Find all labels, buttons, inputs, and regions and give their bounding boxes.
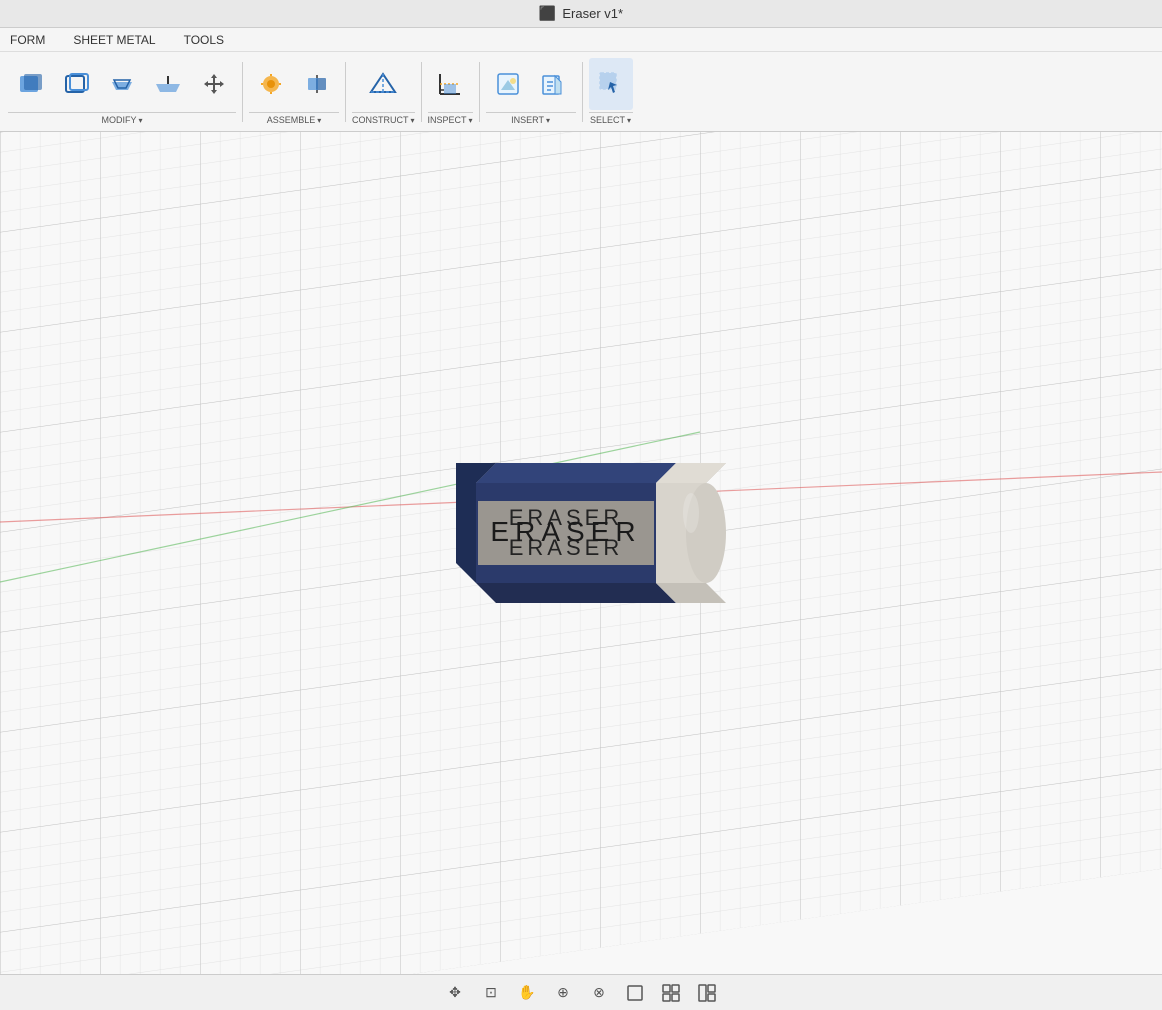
insert-label: INSERT ▾ (486, 112, 576, 125)
menu-tools[interactable]: TOOLS (178, 31, 230, 49)
shell-icon (60, 68, 92, 100)
status-zoom-fit-icon[interactable]: ⊗ (585, 979, 613, 1007)
status-pan-icon[interactable]: ✋ (513, 979, 541, 1007)
modify-label: MODIFY ▾ (8, 112, 236, 125)
assemble1-icon (255, 68, 287, 100)
insert2-icon (538, 68, 570, 100)
eraser-model: ERASER ERASER ERASER (426, 443, 736, 663)
toolbar-group-inspect: INSPECT ▾ (428, 58, 473, 125)
tool-inspect1[interactable] (428, 58, 472, 110)
status-layout1-icon[interactable] (621, 979, 649, 1007)
status-layout2-icon[interactable] (657, 979, 685, 1007)
toolbar-group-modify: MODIFY ▾ (8, 58, 236, 125)
divider-4 (479, 62, 480, 122)
select-label: SELECT ▾ (589, 112, 633, 125)
insert1-icon (492, 68, 524, 100)
toolbar-group-assemble: ASSEMBLE ▾ (249, 58, 339, 125)
status-zoom-in-icon[interactable]: ⊕ (549, 979, 577, 1007)
status-bar: ✥ ⊡ ✋ ⊕ ⊗ (0, 974, 1162, 1010)
divider-5 (582, 62, 583, 122)
toolbar-group-select: SELECT ▾ (589, 58, 633, 125)
status-fit-icon[interactable]: ⊡ (477, 979, 505, 1007)
svg-text:ERASER: ERASER (490, 516, 641, 547)
menu-sheet-metal[interactable]: SHEET METAL (67, 31, 161, 49)
tool-select1[interactable] (589, 58, 633, 110)
move-tool-icon (198, 68, 230, 100)
thicken-icon (152, 68, 184, 100)
tool-move[interactable] (192, 58, 236, 110)
tool-shell[interactable] (54, 58, 98, 110)
tool-construct1[interactable] (361, 58, 405, 110)
select1-icon (595, 68, 627, 100)
tool-assemble2[interactable] (295, 58, 339, 110)
tool-offset[interactable] (100, 58, 144, 110)
tool-insert1[interactable] (486, 58, 530, 110)
tool-assemble1[interactable] (249, 58, 293, 110)
inspect-label: INSPECT ▾ (428, 112, 473, 125)
title-bar: ⬛ Eraser v1* (0, 0, 1162, 28)
viewport[interactable]: ERASER ERASER ERASER (0, 132, 1162, 974)
status-move-icon[interactable]: ✥ (441, 979, 469, 1007)
offset-icon (106, 68, 138, 100)
app-icon: ⬛ (539, 5, 556, 22)
tool-insert2[interactable] (532, 58, 576, 110)
divider-3 (421, 62, 422, 122)
toolbar-group-construct: CONSTRUCT ▾ (352, 58, 415, 125)
inspect1-icon (434, 68, 466, 100)
tool-solid[interactable] (8, 58, 52, 110)
tool-thicken[interactable] (146, 58, 190, 110)
menu-form[interactable]: FORM (4, 31, 51, 49)
toolbar: MODIFY ▾ (0, 52, 1162, 132)
divider-1 (242, 62, 243, 122)
divider-2 (345, 62, 346, 122)
toolbar-group-insert: INSERT ▾ (486, 58, 576, 125)
menu-bar: FORM SHEET METAL TOOLS (0, 28, 1162, 52)
solid-icon (14, 68, 46, 100)
assemble-label: ASSEMBLE ▾ (249, 112, 339, 125)
construct-label: CONSTRUCT ▾ (352, 112, 415, 125)
status-layout3-icon[interactable] (693, 979, 721, 1007)
title-text: Eraser v1* (562, 6, 623, 21)
assemble2-icon (301, 68, 333, 100)
construct1-icon (367, 68, 399, 100)
